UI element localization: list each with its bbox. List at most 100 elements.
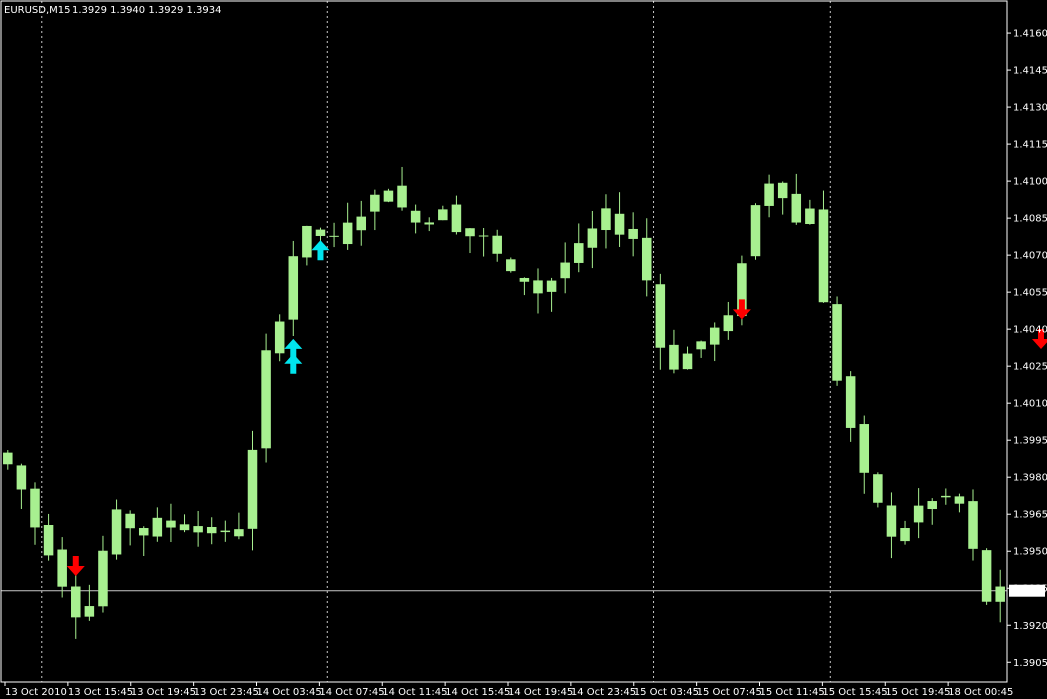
candle: [152, 507, 163, 542]
candle-body: [302, 225, 312, 258]
time-tick-label: 15 Oct 07:45: [697, 687, 762, 698]
candle: [397, 166, 407, 211]
candle: [206, 517, 217, 545]
candle-body: [900, 528, 910, 542]
candle-body: [30, 488, 40, 528]
candle: [587, 210, 598, 269]
candle-body: [886, 505, 897, 537]
price-tick-label: 1.4145: [1013, 66, 1047, 77]
signal-arrows: [66, 240, 1047, 577]
candle: [968, 489, 978, 561]
candle: [805, 199, 815, 225]
candle-body: [941, 495, 951, 498]
candle-body: [152, 517, 163, 537]
current-price-tag: 1.3934: [1009, 584, 1046, 597]
candle-body: [84, 606, 95, 617]
candle-body: [628, 228, 638, 239]
candle-body: [410, 210, 421, 223]
time-tick-label: 14 Oct 07:45: [319, 687, 384, 698]
candle-body: [206, 526, 217, 534]
candle-body: [587, 228, 598, 248]
candle-body: [533, 280, 543, 294]
buy-arrow-icon: [284, 338, 303, 359]
candle-body: [968, 501, 978, 549]
candle: [30, 482, 40, 545]
candle-body: [342, 222, 353, 245]
candle-body: [805, 208, 815, 225]
candle: [546, 277, 557, 312]
candle: [981, 548, 992, 605]
candle: [424, 217, 434, 232]
candle-body: [43, 525, 54, 556]
price-tick-label: 1.3920: [1013, 621, 1047, 632]
candle-body: [57, 549, 67, 587]
time-tick-label: 14 Oct 19:45: [508, 687, 573, 698]
candle: [342, 202, 353, 250]
candle: [900, 520, 910, 545]
candle-body: [492, 235, 502, 254]
candle-body: [546, 280, 557, 292]
candle-body: [954, 496, 965, 504]
candle: [438, 205, 448, 221]
candle-body: [3, 452, 13, 465]
price-chart[interactable]: 1.4160 1.4145 1.4130 1.4115 1.4100 1.4085 1.40…: [0, 0, 1047, 699]
price-tick-label: 1.4160: [1013, 29, 1047, 40]
candle-body: [438, 209, 448, 221]
candle: [723, 301, 734, 340]
chart-quote: 1.3929 1.3940 1.3929 1.3934: [72, 5, 222, 16]
candle: [574, 223, 584, 273]
candle-body: [818, 209, 829, 303]
candle-body: [574, 243, 584, 263]
candle-body: [777, 182, 788, 199]
candle: [492, 229, 502, 262]
candle: [111, 499, 122, 560]
candle: [288, 240, 299, 337]
price-tick-label: 1.4025: [1013, 362, 1047, 373]
candle: [628, 212, 638, 257]
candle: [533, 268, 543, 314]
candle: [601, 194, 611, 249]
candle: [641, 218, 652, 297]
candle: [465, 228, 475, 254]
candle-body: [981, 550, 992, 602]
price-tick-label: 1.4040: [1013, 325, 1047, 336]
price-tick-label: 1.4055: [1013, 288, 1047, 299]
candle-body: [764, 183, 774, 206]
signal-arrow-shape: [66, 556, 85, 577]
time-tick-label: 15 Oct 11:45: [760, 687, 825, 698]
candles: [3, 166, 1005, 639]
candle-body: [288, 256, 299, 320]
candle-body: [859, 424, 870, 473]
time-tick-label: 15 Oct 03:45: [634, 687, 699, 698]
candle: [370, 189, 380, 231]
candle: [886, 492, 897, 559]
time-tick-label: 14 Oct 23:45: [571, 687, 636, 698]
time-tick-label: 14 Oct 11:45: [382, 687, 447, 698]
price-tick-label: 1.4070: [1013, 251, 1047, 262]
candle-body: [193, 526, 203, 533]
candle-body: [98, 550, 108, 607]
candle-body: [601, 208, 611, 231]
price-tick-label: 1.4085: [1013, 214, 1047, 225]
candle: [410, 204, 421, 234]
time-tick-label: 18 Oct 00:45: [948, 687, 1013, 698]
candle: [71, 565, 81, 639]
candle-body: [723, 315, 734, 332]
candle: [669, 329, 679, 374]
candle-body: [247, 449, 258, 529]
price-tick-label: 1.3905: [1013, 658, 1047, 669]
candle: [519, 277, 530, 296]
candle: [356, 200, 367, 246]
candle: [220, 520, 231, 542]
chart-symbol: EURUSD,M15: [4, 5, 70, 16]
candle-body: [261, 350, 271, 449]
candle: [832, 296, 842, 386]
candle-body: [560, 262, 570, 279]
candle-body: [519, 277, 530, 282]
candle-body: [329, 235, 339, 237]
candle: [791, 173, 802, 225]
candle: [873, 472, 883, 508]
current-price-label: 1.3934: [1011, 586, 1046, 597]
candle: [125, 510, 135, 546]
price-tick-label: 1.3980: [1013, 473, 1047, 484]
